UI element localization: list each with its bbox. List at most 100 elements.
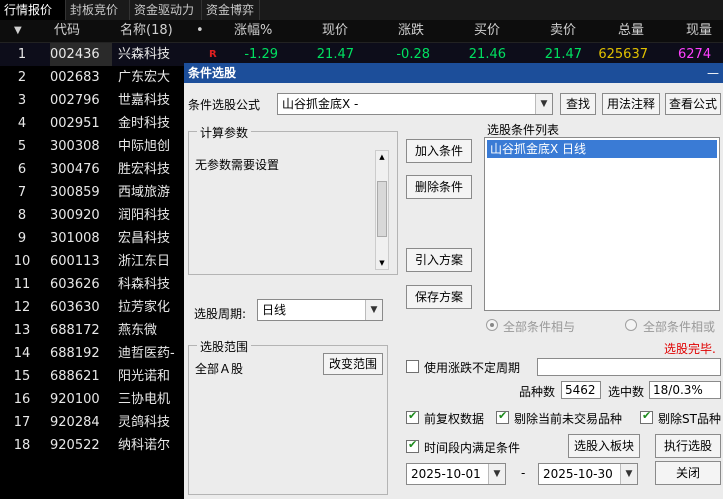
row-code: 600113 xyxy=(50,254,100,269)
use-rise-period-checkbox[interactable] xyxy=(406,360,419,373)
row-name: 世嘉科技 xyxy=(118,93,171,108)
col-name[interactable]: 名称(18) xyxy=(120,20,173,42)
row-name: 金时科技 xyxy=(118,116,171,131)
row-code: 920100 xyxy=(50,392,100,407)
formula-select[interactable]: 山谷抓金底X - ▼ xyxy=(277,93,553,115)
formula-value: 山谷抓金底X - xyxy=(282,97,359,111)
import-plan-button[interactable]: 引入方案 xyxy=(406,248,472,272)
row-num: 5 xyxy=(17,139,27,154)
formula-label: 条件选股公式 xyxy=(188,98,261,112)
row-name: 宏昌科技 xyxy=(118,231,171,246)
row-code: 688621 xyxy=(50,369,100,384)
row-num: 13 xyxy=(13,323,31,338)
tab-fund-game-label: 资金博弈 xyxy=(206,3,255,17)
params-scrollbar[interactable]: ▲ ▼ xyxy=(375,150,389,270)
row-code: 920522 xyxy=(50,438,100,453)
rise-period-input[interactable] xyxy=(537,358,721,376)
close-button[interactable]: 关闭 xyxy=(655,461,721,485)
row-code: 603626 xyxy=(50,277,100,292)
radio-and-label: 全部条件相与 xyxy=(503,320,576,334)
change-scope-button[interactable]: 改变范围 xyxy=(323,353,383,375)
tab-fund-driver-label: 资金驱动力 xyxy=(134,3,195,17)
exclude-st-label: 剔除ST品种 xyxy=(658,412,721,426)
row-code: 300308 xyxy=(50,139,100,154)
row-name: 浙江东日 xyxy=(118,254,171,269)
scope-group-title: 选股范围 xyxy=(197,338,252,355)
row-name: 灵鸽科技 xyxy=(118,415,171,430)
row-num: 6 xyxy=(17,162,27,177)
sort-down-icon[interactable]: ▼ xyxy=(14,20,22,42)
period-select[interactable]: 日线 ▼ xyxy=(257,299,383,321)
exclude-st-checkbox[interactable] xyxy=(640,409,653,424)
tab-limit-auction[interactable]: 封板竞价 xyxy=(66,0,130,20)
scope-value: 全部Ａ股 xyxy=(195,362,244,376)
col-price[interactable]: 现价 xyxy=(322,20,348,42)
row-num: 8 xyxy=(17,208,27,223)
to-block-button[interactable]: 选股入板块 xyxy=(568,434,640,458)
row-num: 10 xyxy=(13,254,31,269)
tab-fund-driver[interactable]: 资金驱动力 xyxy=(130,0,202,20)
count-label: 品种数 xyxy=(519,385,556,399)
chevron-down-icon[interactable]: ▼ xyxy=(365,300,382,320)
row-name: 广东宏大 xyxy=(118,70,171,85)
row-num: 1 xyxy=(17,47,27,62)
usage-button[interactable]: 用法注释 xyxy=(602,93,660,115)
radio-and[interactable] xyxy=(486,319,498,331)
date-to-value: 2025-10-30 xyxy=(543,467,613,481)
find-button[interactable]: 查找 xyxy=(560,93,596,115)
tab-quotes[interactable]: 行情报价 xyxy=(0,0,66,20)
row-code: 688172 xyxy=(50,323,100,338)
scroll-thumb[interactable] xyxy=(377,181,387,237)
add-condition-button[interactable]: 加入条件 xyxy=(406,139,472,163)
row-num: 16 xyxy=(13,392,31,407)
row-num: 2 xyxy=(17,70,27,85)
view-formula-button[interactable]: 查看公式 xyxy=(665,93,721,115)
scope-group: 选股范围 全部Ａ股 改变范围 xyxy=(188,338,388,495)
date-from-input[interactable]: 2025-10-01 ▼ xyxy=(406,463,506,485)
col-bid[interactable]: 买价 xyxy=(474,20,500,42)
chevron-down-icon[interactable]: ▼ xyxy=(535,94,552,114)
row-code: 002683 xyxy=(50,70,100,85)
col-code[interactable]: 代码 xyxy=(54,20,80,42)
row-name: 迪哲医药- xyxy=(118,346,175,361)
col-volume[interactable]: 总量 xyxy=(618,20,644,42)
delete-condition-button[interactable]: 删除条件 xyxy=(406,175,472,199)
radio-or[interactable] xyxy=(625,319,637,331)
minimize-icon[interactable]: — xyxy=(707,63,719,83)
save-plan-button[interactable]: 保存方案 xyxy=(406,285,472,309)
condition-list[interactable]: 山谷抓金底X 日线 xyxy=(484,137,720,311)
time-range-checkbox[interactable] xyxy=(406,438,419,453)
fq-data-checkbox[interactable] xyxy=(406,409,419,424)
row-code: 920284 xyxy=(50,415,100,430)
list-item[interactable]: 山谷抓金底X 日线 xyxy=(487,140,717,158)
use-rise-period-label: 使用涨跌不定周期 xyxy=(424,361,521,375)
scroll-down-icon[interactable]: ▼ xyxy=(376,257,388,269)
exclude-nontrade-checkbox[interactable] xyxy=(496,409,509,424)
col-ask[interactable]: 卖价 xyxy=(550,20,576,42)
col-cur-vol[interactable]: 现量 xyxy=(686,20,712,42)
fq-data-label: 前复权数据 xyxy=(424,412,485,426)
col-dot: • xyxy=(196,23,204,38)
chevron-down-icon[interactable]: ▼ xyxy=(488,464,505,484)
row-num: 11 xyxy=(13,277,31,292)
date-to-input[interactable]: 2025-10-30 ▼ xyxy=(538,463,638,485)
row-code: 301008 xyxy=(50,231,100,246)
row-code: 300476 xyxy=(50,162,100,177)
row-name: 阳光诺和 xyxy=(118,369,171,384)
row-name: 西域旅游 xyxy=(118,185,171,200)
dialog-title-bar[interactable]: 条件选股 — xyxy=(184,63,723,83)
chevron-down-icon[interactable]: ▼ xyxy=(620,464,637,484)
row-num: 4 xyxy=(17,116,27,131)
row-code: 688192 xyxy=(50,346,100,361)
params-group-title: 计算参数 xyxy=(197,124,252,141)
execute-button[interactable]: 执行选股 xyxy=(655,434,721,458)
scroll-up-icon[interactable]: ▲ xyxy=(376,151,388,163)
tab-fund-game[interactable]: 资金博弈 xyxy=(202,0,260,20)
row-code: 603630 xyxy=(50,300,100,315)
row-name: 纳科诺尔 xyxy=(118,438,171,453)
row-name: 润阳科技 xyxy=(118,208,171,223)
params-text: 无参数需要设置 xyxy=(195,158,280,172)
tab-limit-auction-label: 封板竞价 xyxy=(70,3,119,17)
col-change[interactable]: 涨跌 xyxy=(398,20,424,42)
col-change-pct[interactable]: 涨幅% xyxy=(234,20,272,42)
